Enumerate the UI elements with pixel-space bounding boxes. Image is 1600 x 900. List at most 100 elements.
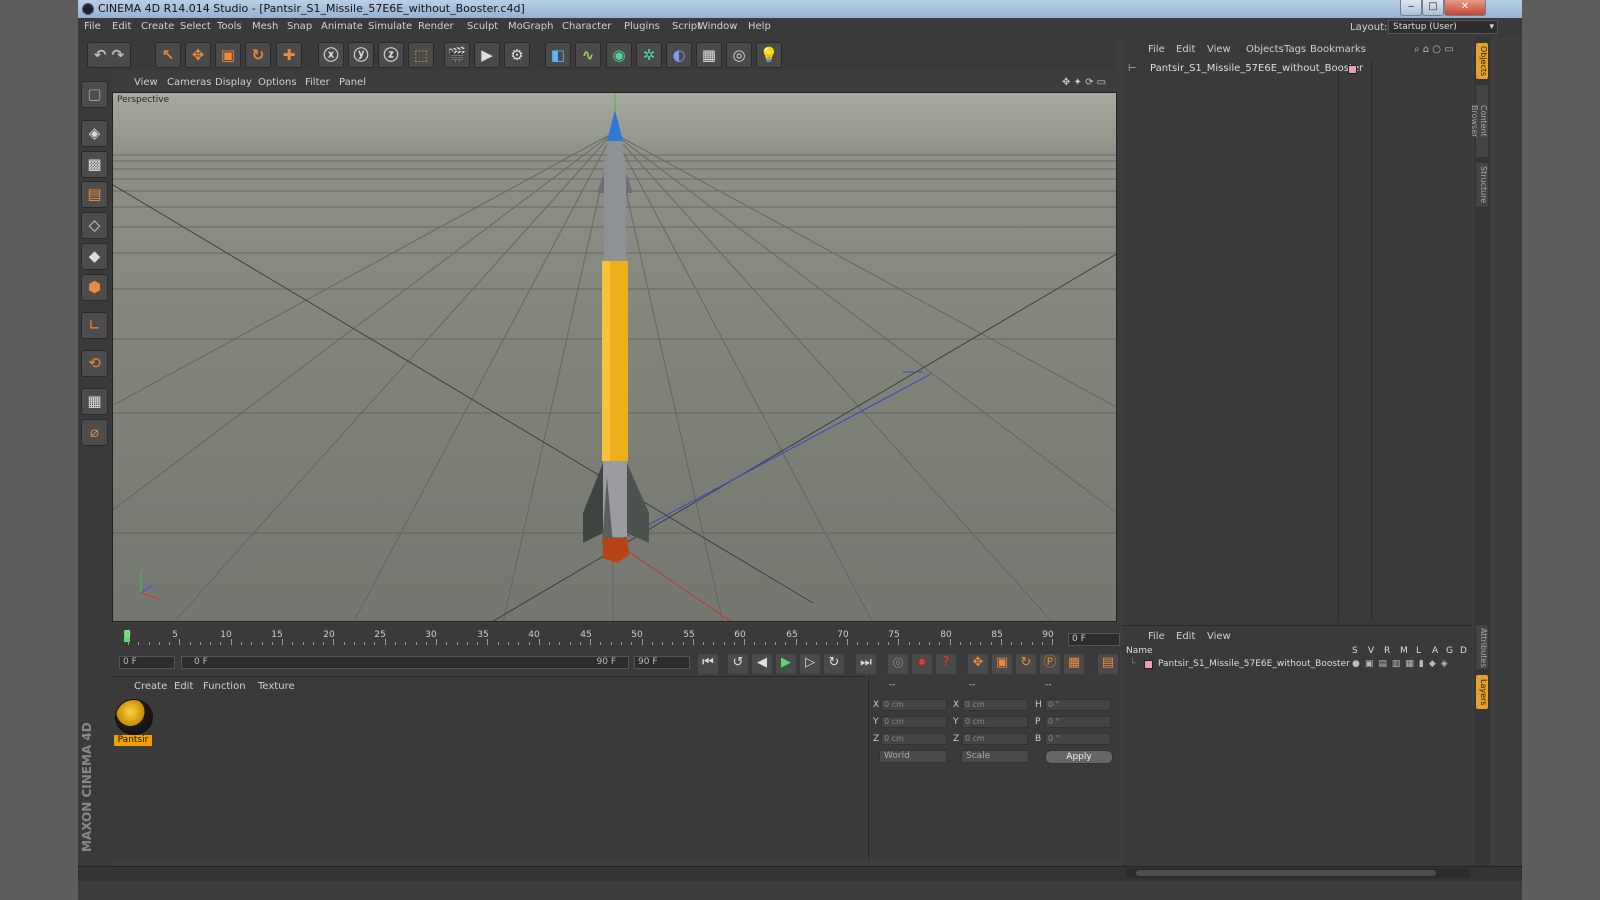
camera-icon[interactable]: ◎ [726, 42, 752, 68]
key-parameter-icon[interactable]: Ⓟ [1040, 654, 1060, 674]
timeline-icon[interactable]: ▤ [1098, 654, 1118, 674]
model-mode-icon[interactable]: ◈ [81, 120, 108, 147]
key-pla-icon[interactable]: ▦ [1064, 654, 1084, 674]
menu-sculpt[interactable]: Sculpt [467, 21, 498, 32]
polygons-mode-icon[interactable]: ⬢ [81, 274, 108, 301]
layer-color-tag[interactable] [1144, 660, 1153, 669]
goto-end-icon[interactable]: ⏭ [856, 654, 876, 674]
menu-mesh[interactable]: Mesh [252, 21, 278, 32]
x-axis-icon[interactable]: ⓧ [318, 42, 344, 68]
axis-mode-icon[interactable]: ∟ [81, 312, 108, 339]
render-view-icon[interactable]: 🎬 [444, 42, 470, 68]
record-icon[interactable]: ⏺ [912, 654, 932, 674]
locked-workplane-icon[interactable]: ⌀ [81, 419, 108, 446]
viewport-menu-options[interactable]: Options [258, 77, 297, 88]
object-menu-objects[interactable]: Objects [1246, 44, 1284, 55]
next-key-icon[interactable]: ↻ [824, 654, 844, 674]
tab-attributes[interactable]: Attributes [1476, 625, 1488, 669]
layer-name[interactable]: Pantsir_S1_Missile_57E6E_without_Booster [1158, 659, 1350, 669]
key-rotation-icon[interactable]: ↻ [1016, 654, 1036, 674]
record-off-icon[interactable]: ◎ [888, 654, 908, 674]
object-manager-toolbar-icons[interactable]: ⌕ ⌂ ○ ▭ [1414, 44, 1454, 55]
layer-row[interactable]: └ Pantsir_S1_Missile_57E6E_without_Boost… [1124, 659, 1470, 671]
object-menu-file[interactable]: File [1148, 44, 1165, 55]
render-settings-icon[interactable]: ⚙ [504, 42, 530, 68]
menu-simulate[interactable]: Simulate [368, 21, 412, 32]
scale-icon[interactable]: ▣ [215, 42, 241, 68]
menu-create[interactable]: Create [141, 21, 174, 32]
prev-key-icon[interactable]: ↺ [728, 654, 748, 674]
play-icon[interactable]: ▶ [776, 654, 796, 674]
rotation-p-field[interactable]: 0 ° [1045, 716, 1111, 728]
edges-mode-icon[interactable]: ◆ [81, 243, 108, 270]
viewport-menu-filter[interactable]: Filter [305, 77, 330, 88]
object-name[interactable]: Pantsir_S1_Missile_57E6E_without_Booster [1150, 63, 1363, 74]
horizontal-scrollbar[interactable] [1126, 868, 1470, 878]
prev-frame-icon[interactable]: ◀ [752, 654, 772, 674]
menu-character[interactable]: Character [562, 21, 611, 32]
viewport-menu-panel[interactable]: Panel [339, 77, 366, 88]
nurbs-icon[interactable]: ◉ [606, 42, 632, 68]
layer-menu-file[interactable]: File [1148, 631, 1165, 642]
last-tool-icon[interactable]: ✚ [276, 42, 302, 68]
spline-icon[interactable]: ∿ [575, 42, 601, 68]
position-x-field[interactable]: 0 cm [881, 699, 947, 711]
key-scale-icon[interactable]: ▣ [992, 654, 1012, 674]
floor-icon[interactable]: ▦ [696, 42, 722, 68]
object-menu-view[interactable]: View [1207, 44, 1231, 55]
make-editable-icon[interactable]: ▢ [81, 81, 108, 108]
z-axis-icon[interactable]: ⓩ [378, 42, 404, 68]
workplane-icon[interactable]: ▦ [81, 388, 108, 415]
menu-tools[interactable]: Tools [217, 21, 242, 32]
scrollbar-thumb[interactable] [1136, 870, 1436, 876]
perspective-viewport[interactable]: Perspective [112, 92, 1117, 622]
menu-edit[interactable]: Edit [112, 21, 131, 32]
material-menu-edit[interactable]: Edit [174, 681, 193, 692]
end-frame-field[interactable]: 90 F [634, 656, 690, 669]
menu-file[interactable]: File [84, 21, 101, 32]
render-picture-viewer-icon[interactable]: ▶ [474, 42, 500, 68]
autokey-icon[interactable]: ? [936, 654, 956, 674]
key-position-icon[interactable]: ✥ [968, 654, 988, 674]
menu-script[interactable]: Script [672, 21, 701, 32]
goto-start-icon[interactable]: ⏮ [698, 654, 718, 674]
cube-primitive-icon[interactable]: ◧ [545, 42, 571, 68]
minimize-button[interactable]: ‒ [1400, 0, 1422, 16]
size-z-field[interactable]: 0 cm [962, 733, 1028, 745]
material-menu-function[interactable]: Function [203, 681, 246, 692]
close-button[interactable]: ✕ [1444, 0, 1486, 16]
object-menu-edit[interactable]: Edit [1176, 44, 1195, 55]
next-frame-icon[interactable]: ▷ [800, 654, 820, 674]
menu-plugins[interactable]: Plugins [624, 21, 660, 32]
object-row[interactable]: ⊢ Pantsir_S1_Missile_57E6E_without_Boost… [1128, 63, 1468, 76]
material-name[interactable]: Pantsir [114, 735, 152, 746]
rotation-h-field[interactable]: 0 ° [1045, 699, 1111, 711]
tab-structure[interactable]: Structure [1476, 163, 1488, 207]
object-color-tag[interactable] [1348, 65, 1357, 74]
points-mode-icon[interactable]: ◇ [81, 212, 108, 239]
viewport-menu-view[interactable]: View [134, 77, 158, 88]
viewport-menu-display[interactable]: Display [215, 77, 252, 88]
menu-snap[interactable]: Snap [287, 21, 312, 32]
menu-window[interactable]: Window [698, 21, 737, 32]
deformer-icon[interactable]: ◐ [666, 42, 692, 68]
start-frame-field[interactable]: 0 F [119, 656, 175, 669]
menu-animate[interactable]: Animate [321, 21, 363, 32]
undo-icon[interactable]: ↶ ↷ [87, 42, 131, 68]
material-menu-create[interactable]: Create [134, 681, 167, 692]
layer-menu-view[interactable]: View [1207, 631, 1231, 642]
magnet-icon[interactable]: ⟲ [81, 350, 108, 377]
viewport-nav-icons[interactable]: ✥ ✦ ⟳ ▭ [1062, 77, 1106, 88]
rotation-b-field[interactable]: 0 ° [1045, 733, 1111, 745]
layer-menu-edit[interactable]: Edit [1176, 631, 1195, 642]
light-icon[interactable]: 💡 [756, 42, 782, 68]
position-z-field[interactable]: 0 cm [881, 733, 947, 745]
current-frame-field[interactable]: 0 F [1068, 633, 1120, 646]
texture-mode-icon[interactable]: ▩ [81, 151, 108, 178]
menu-select[interactable]: Select [180, 21, 211, 32]
frame-range-slider[interactable]: 0 F 90 F [181, 656, 629, 669]
material-preview[interactable] [115, 699, 153, 735]
size-mode-dropdown[interactable]: Scale [961, 750, 1029, 763]
size-x-field[interactable]: 0 cm [962, 699, 1028, 711]
layout-dropdown[interactable]: Startup (User) [1388, 20, 1498, 34]
